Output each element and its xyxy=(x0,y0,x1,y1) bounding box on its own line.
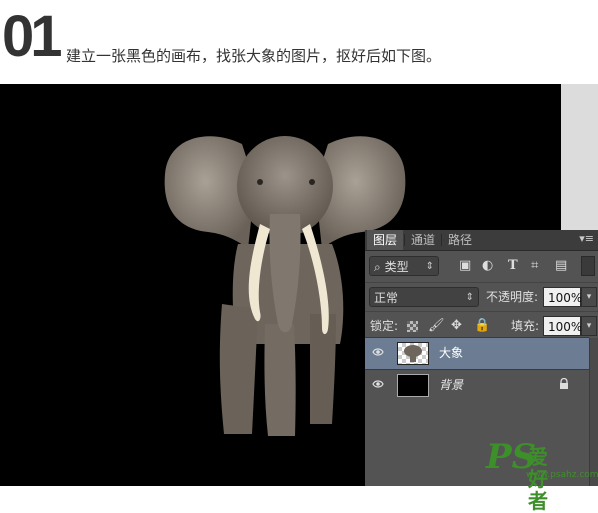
smart-object-filter-icon[interactable]: ▤ xyxy=(555,256,567,276)
lock-icon xyxy=(560,378,568,389)
filter-kind-select[interactable]: ⌕ 类型 ⇕ xyxy=(369,256,439,276)
filter-kind-label: 类型 xyxy=(384,260,409,274)
blend-row: 正常 ⇕ 不透明度: 100% ▾ xyxy=(365,282,598,311)
image-filter-icon[interactable]: ▣ xyxy=(459,256,471,276)
step-instruction: 建立一张黑色的画布，找张大象的图片，抠好后如下图。 xyxy=(66,47,442,65)
lock-position-icon[interactable]: ✥ xyxy=(451,316,462,336)
panel-menu-icon[interactable]: ▾≡ xyxy=(579,232,594,245)
fill-dropdown-arrow[interactable]: ▾ xyxy=(581,316,597,336)
layer-row-elephant[interactable]: 大象 xyxy=(365,337,589,369)
search-icon: ⌕ xyxy=(374,260,381,274)
blend-mode-value: 正常 xyxy=(374,291,399,305)
lock-transparent-icon[interactable] xyxy=(407,321,418,332)
filter-toggle-switch[interactable] xyxy=(581,256,595,276)
shape-filter-icon[interactable]: ⌗ xyxy=(531,256,538,276)
watermark-url: www.psahz.com xyxy=(526,470,598,480)
tab-paths[interactable]: 路径 xyxy=(442,230,478,250)
elephant-thumb-icon xyxy=(404,345,422,362)
lock-label: 锁定: xyxy=(370,319,399,333)
lock-row: 锁定: 🖌 ✥ 🔒 填充: 100% ▾ xyxy=(365,311,598,340)
layers-scrollbar[interactable] xyxy=(589,338,598,486)
updown-arrow-icon: ⇕ xyxy=(465,292,474,303)
layer-thumbnail-elephant xyxy=(397,342,429,365)
updown-arrow-icon: ⇕ xyxy=(425,261,434,272)
fill-label: 填充: xyxy=(511,319,540,333)
filter-row: ⌕ 类型 ⇕ ▣ ◐ T ⌗ ▤ xyxy=(365,254,598,282)
blend-mode-select[interactable]: 正常 ⇕ xyxy=(369,287,479,307)
type-filter-icon[interactable]: T xyxy=(508,256,518,276)
tab-channels[interactable]: 通道 xyxy=(405,230,441,250)
layer-name: 背景 xyxy=(439,378,464,392)
layers-panel: 图层 通道 路径 ▾≡ ⌕ 类型 ⇕ ▣ ◐ T ⌗ ▤ 正常 ⇕ 不透明度: … xyxy=(365,230,598,486)
step-number: 01 xyxy=(2,4,62,69)
adjustment-filter-icon[interactable]: ◐ xyxy=(482,256,493,276)
lock-paint-icon[interactable]: 🖌 xyxy=(428,316,445,336)
layer-row-background[interactable]: 背景 xyxy=(365,369,589,401)
layer-name: 大象 xyxy=(439,346,464,360)
opacity-dropdown-arrow[interactable]: ▾ xyxy=(581,287,597,307)
lock-all-icon[interactable]: 🔒 xyxy=(474,316,490,336)
eye-icon[interactable] xyxy=(372,346,384,358)
opacity-input[interactable]: 100% xyxy=(543,287,582,307)
fill-input[interactable]: 100% xyxy=(543,316,582,336)
opacity-label: 不透明度: xyxy=(486,290,539,304)
tab-layers[interactable]: 图层 xyxy=(367,230,404,250)
eye-icon[interactable] xyxy=(372,378,384,390)
layer-thumbnail-background xyxy=(397,374,429,397)
panel-tab-bar: 图层 通道 路径 ▾≡ xyxy=(365,230,598,251)
